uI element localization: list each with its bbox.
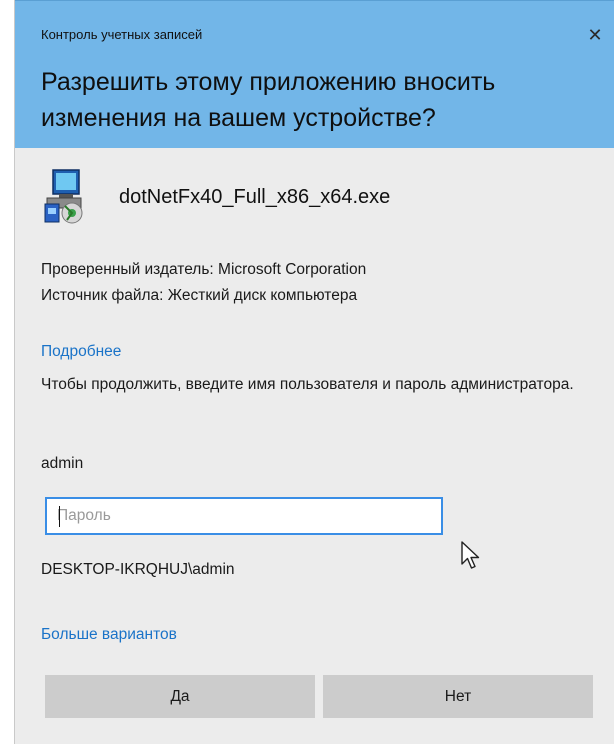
no-button[interactable]: Нет (323, 675, 593, 718)
app-name: dotNetFx40_Full_x86_x64.exe (119, 186, 391, 208)
close-icon[interactable]: ✕ (581, 23, 609, 47)
dialog-caption: Контроль учетных записей (41, 27, 203, 42)
yes-button[interactable]: Да (45, 675, 315, 718)
mouse-pointer-icon (461, 541, 480, 569)
password-field[interactable] (45, 497, 443, 535)
installer-icon (44, 169, 83, 224)
details-link[interactable]: Подробнее (41, 340, 121, 364)
publisher-text: Проверенный издатель: Microsoft Corporat… (41, 261, 367, 278)
uac-dialog: Контроль учетных записей ✕ Разрешить это… (14, 0, 614, 744)
text-caret (59, 506, 60, 527)
username-label: admin (41, 455, 84, 472)
more-options-link[interactable]: Больше вариантов (41, 623, 177, 647)
dialog-header: Контроль учетных записей ✕ Разрешить это… (15, 0, 614, 148)
dialog-title: Разрешить этому приложению вносить измен… (41, 68, 496, 132)
account-domain: DESKTOP-IKRQHUJ\admin (41, 561, 235, 578)
source-text: Источник файла: Жесткий диск компьютера (41, 287, 358, 304)
credentials-prompt: Чтобы продолжить, введите имя пользовате… (41, 376, 574, 393)
